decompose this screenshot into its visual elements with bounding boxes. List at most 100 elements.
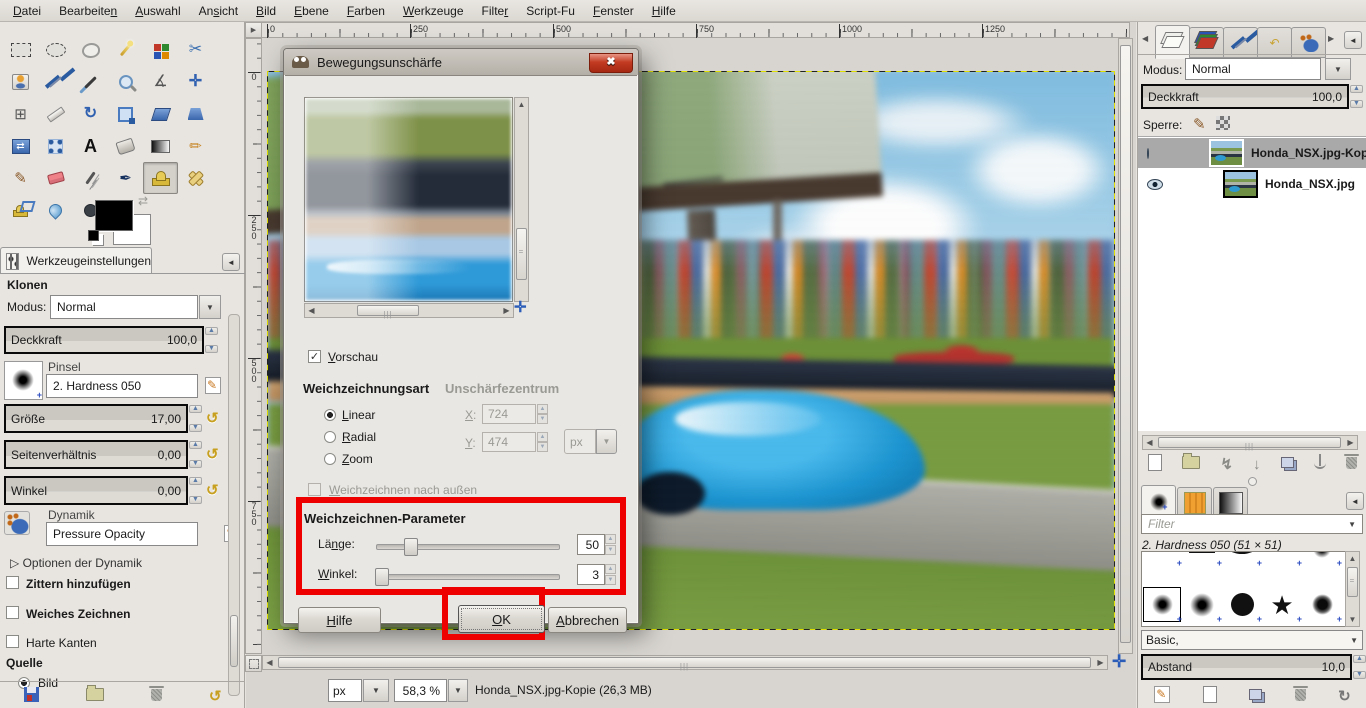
spacing-slider[interactable]: Abstand 10,0 <box>1141 654 1352 680</box>
layer-name[interactable]: Honda_NSX.jpg-Kopie <box>1251 146 1366 160</box>
save-tool-options-button[interactable] <box>24 687 39 705</box>
brush-fuzzy-round[interactable]: + <box>1182 586 1222 623</box>
brush-thumbnail[interactable]: + <box>4 361 43 400</box>
layer-mode-dropdown[interactable]: Normal <box>1185 58 1321 80</box>
size-slider[interactable]: Größe 17,00 <box>4 404 188 433</box>
lock-pixels-icon[interactable]: ✎ <box>1193 115 1206 133</box>
menu-ebene[interactable]: Ebene <box>285 2 338 20</box>
layer-opacity-slider[interactable]: Deckkraft 100,0 <box>1141 84 1349 109</box>
tool-bucket-fill[interactable] <box>108 130 143 162</box>
horizontal-ruler[interactable]: 025050075010001250 <box>262 22 1130 38</box>
radio-radial[interactable] <box>324 431 336 443</box>
layer-visibility-icon[interactable] <box>1147 148 1149 159</box>
menu-fenster[interactable]: Fenster <box>584 2 643 20</box>
menu-ansicht[interactable]: Ansicht <box>190 2 247 20</box>
dynamics-options-expander[interactable]: ▷ Optionen der Dynamik <box>10 556 142 570</box>
default-colors-icon[interactable] <box>88 230 99 241</box>
preview-navigation-icon[interactable]: ✛ <box>514 298 527 316</box>
layers-hscrollbar[interactable]: ◀ ||| ▶ <box>1142 435 1358 450</box>
dynamics-select[interactable]: Pressure Opacity <box>46 522 198 546</box>
unit-combo-arrow[interactable]: ▼ <box>363 679 389 702</box>
tool-text[interactable]: A <box>73 130 108 162</box>
menu-werkzeuge[interactable]: Werkzeuge <box>394 2 473 20</box>
unit-combo[interactable]: px <box>328 679 362 702</box>
new-brush-button[interactable] <box>1203 686 1217 706</box>
brush-circle-solid[interactable]: + <box>1222 586 1262 623</box>
tool-rotate[interactable]: ↻ <box>73 98 108 130</box>
ok-button[interactable]: OK <box>458 605 545 633</box>
tool-blur-sharpen[interactable] <box>38 194 73 226</box>
tool-ink[interactable]: ✒ <box>108 162 143 194</box>
tool-eraser[interactable] <box>38 162 73 194</box>
reset-tool-options-button[interactable]: ↺ <box>209 687 222 705</box>
brush-ellipse-flat[interactable]: + <box>1222 551 1262 567</box>
opacity-spin-buttons[interactable]: ▲▼ <box>205 326 218 354</box>
canvas-hscrollbar[interactable]: ◀ ||| ▶ <box>262 655 1108 670</box>
smooth-stroke-checkbox[interactable] <box>6 606 19 619</box>
delete-tool-options-button[interactable] <box>151 689 162 704</box>
preview-hscrollbar[interactable]: ◀ ||| ▶ <box>304 303 514 318</box>
preview-checkbox[interactable]: ✓ <box>308 350 321 363</box>
menu-datei[interactable]: Datei <box>4 2 50 20</box>
tool-airbrush[interactable] <box>73 162 108 194</box>
layer-mode-dropdown-arrow[interactable]: ▼ <box>1325 58 1351 80</box>
brush-tag-select[interactable]: Basic, ▼ <box>1141 630 1363 650</box>
dock-splitter-handle[interactable] <box>1248 477 1257 486</box>
opacity-slider[interactable]: Deckkraft 100,0 <box>4 326 204 354</box>
zoom-combo[interactable]: 58,3 % <box>394 679 447 702</box>
new-layer-button[interactable] <box>1148 454 1162 474</box>
brushes-menu-button[interactable]: ◄ <box>1346 492 1364 510</box>
menu-script-fu[interactable]: Script-Fu <box>517 2 584 20</box>
cancel-button[interactable]: Abbrechen <box>548 607 627 633</box>
layer-row[interactable]: Honda_NSX.jpg <box>1138 169 1366 199</box>
tool-options-scrollbar[interactable] <box>228 314 240 696</box>
tool-paths[interactable] <box>38 66 73 98</box>
brush-fuzzy-small[interactable]: + <box>1302 551 1342 567</box>
dock-tab-scroll-right[interactable]: ▶ <box>1328 34 1334 43</box>
tool-foreground-select[interactable] <box>3 66 38 98</box>
dock-tab-scroll-left[interactable]: ◀ <box>1142 34 1148 43</box>
menu-filter[interactable]: Filter <box>473 2 518 20</box>
mode-dropdown-arrow[interactable]: ▼ <box>199 295 221 319</box>
anchor-layer-button[interactable] <box>1314 457 1326 472</box>
quick-mask-button[interactable] <box>245 655 262 672</box>
tool-color-picker[interactable] <box>73 66 108 98</box>
lower-layer-button[interactable]: ↓ <box>1253 456 1261 473</box>
menu-auswahl[interactable]: Auswahl <box>126 2 189 20</box>
tool-perspective[interactable] <box>178 98 213 130</box>
duplicate-brush-button[interactable] <box>1249 689 1262 703</box>
tool-cage-transform[interactable] <box>38 130 73 162</box>
spacing-spin-buttons[interactable]: ▲▼ <box>1353 654 1366 680</box>
brush-line-thin[interactable]: + <box>1262 551 1302 567</box>
tool-align[interactable]: ⊞ <box>3 98 38 130</box>
mode-dropdown[interactable]: Normal <box>50 295 198 319</box>
edit-brush-button[interactable] <box>205 377 221 394</box>
swap-colors-icon[interactable]: ⇄ <box>138 194 148 208</box>
angle-slider[interactable]: Winkel 0,00 <box>4 476 188 505</box>
tab-tool-options[interactable]: Werkzeugeinstellungen <box>0 247 152 274</box>
duplicate-layer-button[interactable] <box>1281 457 1294 471</box>
tool-gradient[interactable] <box>143 130 178 162</box>
ruler-corner-button[interactable]: ▶ <box>245 22 262 38</box>
size-spin-buttons[interactable]: ▲▼ <box>189 404 202 433</box>
vertical-ruler[interactable]: 02 5 05 0 07 5 0 <box>245 38 262 654</box>
layer-visibility-icon[interactable] <box>1147 179 1163 190</box>
radio-zoom[interactable] <box>324 453 336 465</box>
lock-alpha-icon[interactable] <box>1216 116 1230 130</box>
reset-aspect-icon[interactable]: ↺ <box>206 445 219 463</box>
layer-thumbnail[interactable] <box>1223 170 1258 198</box>
dialog-titlebar[interactable]: Bewegungsunschärfe <box>284 49 638 76</box>
reset-size-icon[interactable]: ↺ <box>206 409 219 427</box>
zoom-combo-arrow[interactable]: ▼ <box>448 679 468 702</box>
tool-paintbrush[interactable]: ✎ <box>3 162 38 194</box>
tool-scissors-select[interactable]: ✂ <box>178 34 213 66</box>
tool-heal[interactable] <box>178 162 213 194</box>
canvas-vscrollbar[interactable] <box>1118 38 1133 654</box>
layer-row[interactable]: Honda_NSX.jpg-Kopie <box>1138 138 1366 168</box>
brush-select[interactable]: 2. Hardness 050 <box>46 374 198 398</box>
layers-menu-button[interactable]: ◄ <box>1344 31 1362 49</box>
brush-hardness-050[interactable]: + <box>1142 586 1182 623</box>
dynamics-icon[interactable] <box>4 511 30 535</box>
help-button[interactable]: Hilfe <box>298 607 381 633</box>
tool-free-select[interactable] <box>73 34 108 66</box>
